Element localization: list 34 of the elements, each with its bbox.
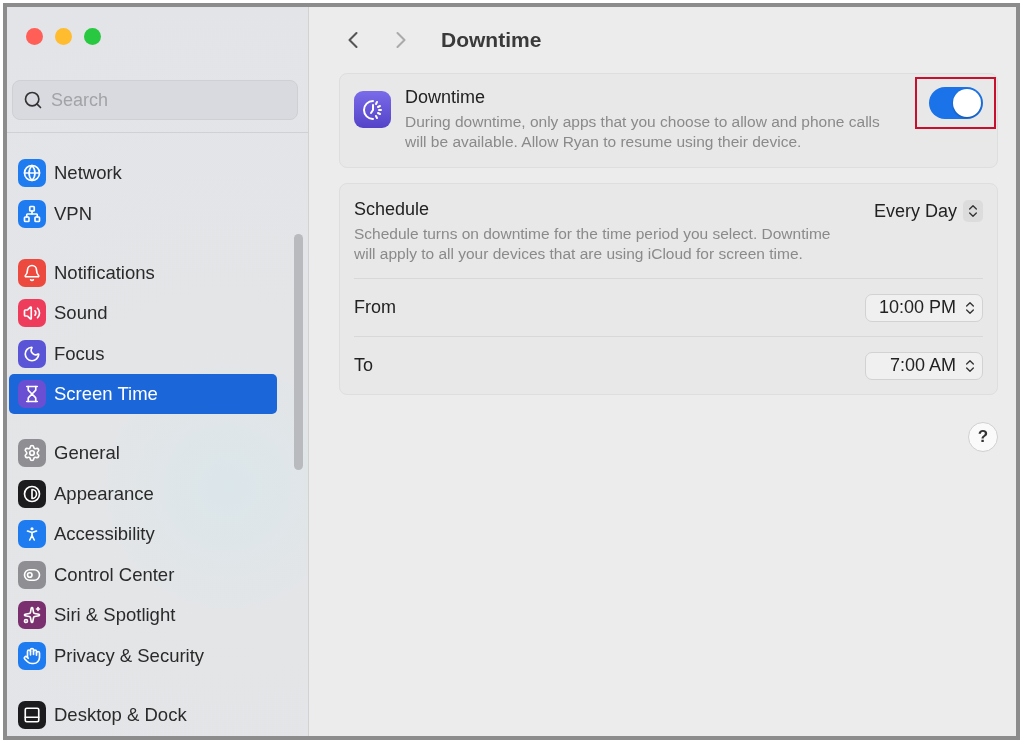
schedule-description: Schedule turns on downtime for the time period you select. Downtime will apply to all your devices that are using iCloud for screen time.	[354, 224, 832, 264]
sidebar-item[interactable]: Siri & Spotlight	[9, 595, 277, 635]
sidebar-item[interactable]: Appearance	[9, 473, 277, 514]
sidebar-item[interactable]: General	[9, 433, 277, 473]
downtime-title: Downtime	[405, 87, 487, 108]
time-label: From	[354, 297, 396, 318]
scrollbar[interactable]	[294, 234, 303, 470]
downtime-toggle[interactable]	[929, 87, 983, 119]
schedule-title: Schedule	[354, 199, 431, 220]
sidebar-item[interactable]: VPN	[9, 193, 277, 234]
sidebar-item[interactable]: Accessibility	[9, 514, 277, 554]
schedule-popup[interactable]: Every Day	[873, 199, 983, 223]
time-field[interactable]: 10:00 PM	[865, 293, 983, 322]
time-field[interactable]: 7:00 AM	[865, 351, 983, 380]
close-button[interactable]	[26, 28, 43, 45]
zoom-button[interactable]	[84, 28, 101, 45]
search-icon	[23, 90, 43, 110]
page-title: Downtime	[441, 28, 542, 52]
sidebar-item[interactable]: Notifications	[9, 252, 277, 293]
sidebar-item[interactable]: Network	[9, 153, 277, 193]
search-input[interactable]: Search	[51, 89, 251, 111]
sidebar-item[interactable]: Control Center	[9, 554, 277, 595]
help-button[interactable]: ?	[968, 422, 998, 452]
sidebar-item[interactable]: Focus	[9, 333, 277, 374]
downtime-description: During downtime, only apps that you choose to allow and phone calls will be available. Allow Ryan to resume using their device.	[405, 112, 881, 152]
search-field[interactable]: Search	[12, 80, 298, 120]
stepper-icon	[963, 200, 983, 222]
sidebar-item[interactable]: Sound	[9, 293, 277, 333]
sidebar-item[interactable]: Desktop & Dock	[9, 694, 277, 735]
minimize-button[interactable]	[55, 28, 72, 45]
time-label: To	[354, 355, 373, 376]
sidebar-item[interactable]: Screen Time	[9, 374, 277, 414]
downtime-icon	[354, 91, 391, 128]
sidebar-item[interactable]: Privacy & Security	[9, 635, 277, 676]
